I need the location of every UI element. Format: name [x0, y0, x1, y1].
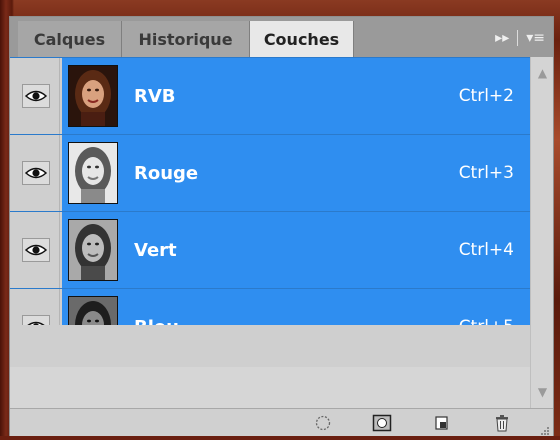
tab-calques[interactable]: Calques: [18, 21, 122, 57]
channel-shortcut: Ctrl+3: [458, 163, 514, 183]
channel-name: Vert: [134, 239, 177, 261]
channel-thumbnail: [68, 142, 118, 204]
save-selection-as-channel-icon[interactable]: [371, 413, 393, 433]
divider: [517, 30, 519, 46]
visibility-cell[interactable]: [10, 58, 60, 134]
new-channel-icon[interactable]: [431, 413, 453, 433]
eye-icon[interactable]: [22, 238, 50, 262]
scroll-down-arrow-icon[interactable]: ▼: [535, 385, 550, 399]
panel-menu-icon[interactable]: ▾≡: [526, 30, 545, 46]
scroll-up-arrow-icon[interactable]: ▲: [535, 66, 550, 80]
eye-icon[interactable]: [22, 161, 50, 185]
channel-name: RVB: [134, 85, 176, 107]
channel-row-main[interactable]: RVB Ctrl+2: [62, 58, 530, 134]
channel-shortcut: Ctrl+4: [458, 240, 514, 260]
channel-row-main[interactable]: Rouge Ctrl+3: [62, 135, 530, 211]
visibility-cell[interactable]: [10, 135, 60, 211]
channel-list: RVB Ctrl+2 Rouge Ctrl+3 Vert Ctrl+4: [10, 57, 530, 365]
channels-panel: Calques Historique Couches ▸▸ ▾≡ RVB Ctr…: [9, 16, 554, 436]
delete-channel-icon[interactable]: [491, 413, 513, 433]
channel-row-rvb[interactable]: RVB Ctrl+2: [10, 57, 530, 134]
channel-shortcut: Ctrl+2: [458, 86, 514, 106]
collapse-panel-icon[interactable]: ▸▸: [495, 30, 509, 46]
channels-bottom-toolbar: [10, 408, 553, 436]
tab-historique[interactable]: Historique: [122, 21, 250, 57]
channel-name: Rouge: [134, 162, 199, 184]
panel-tabbar: Calques Historique Couches ▸▸ ▾≡: [10, 17, 553, 58]
channel-row-rouge[interactable]: Rouge Ctrl+3: [10, 134, 530, 211]
channel-row-vert[interactable]: Vert Ctrl+4: [10, 211, 530, 288]
channel-thumbnail: [68, 219, 118, 281]
tab-couches[interactable]: Couches: [250, 21, 354, 58]
visibility-cell[interactable]: [10, 212, 60, 288]
eye-icon[interactable]: [22, 84, 50, 108]
channel-row-main[interactable]: Vert Ctrl+4: [62, 212, 530, 288]
channel-list-empty-area: [10, 325, 530, 367]
resize-grip-icon[interactable]: [538, 421, 550, 435]
channel-thumbnail: [68, 65, 118, 127]
scrollbar[interactable]: ▲ ▼: [530, 57, 553, 408]
load-channel-as-selection-icon[interactable]: [312, 413, 334, 433]
panel-controls: ▸▸ ▾≡: [495, 25, 545, 51]
